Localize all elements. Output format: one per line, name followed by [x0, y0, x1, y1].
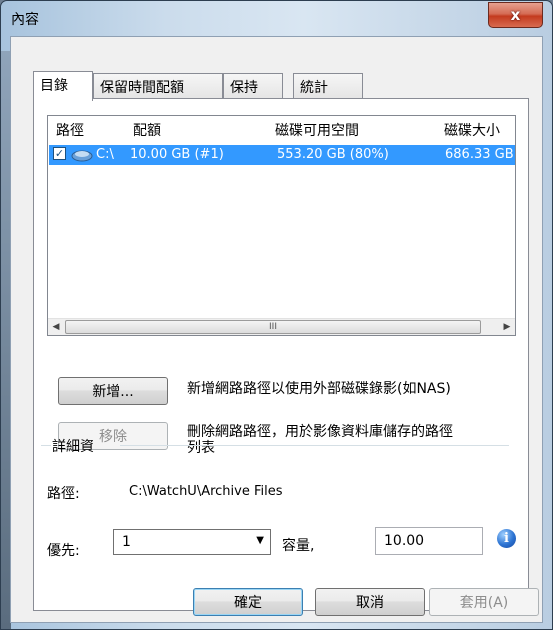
chevron-down-icon: ▼: [256, 535, 264, 546]
capacity-input[interactable]: 10.00: [375, 527, 483, 555]
details-section-title: 詳細資: [52, 439, 94, 455]
info-icon[interactable]: i: [497, 529, 516, 548]
row-checkbox[interactable]: ✓: [53, 147, 66, 160]
capacity-value: 10.00: [384, 533, 425, 549]
column-header-path[interactable]: 路徑: [56, 120, 84, 140]
remove-description-line: 列表: [187, 440, 215, 456]
row-free-space: 553.20 GB (80%): [277, 147, 389, 162]
row-disk-size: 686.33 GB: [445, 147, 514, 162]
path-value: C:\WatchU\Archive Files: [129, 484, 283, 499]
row-quota: 10.00 GB (#1): [130, 147, 224, 162]
list-header: 路徑 配額 磁碟可用空間 磁碟大小: [48, 116, 515, 142]
apply-button[interactable]: 套用(A): [429, 588, 539, 616]
column-header-disk-size[interactable]: 磁碟大小: [444, 120, 500, 140]
horizontal-scrollbar[interactable]: ◀ III ▶: [48, 318, 515, 335]
scrollbar-thumb[interactable]: III: [65, 320, 481, 334]
priority-value: 1: [122, 534, 131, 550]
remove-description: 刪除網路路徑，用於影像資料庫儲存的路徑 列表: [187, 424, 453, 456]
scroll-left-icon[interactable]: ◀: [49, 320, 63, 335]
priority-label: 優先:: [47, 543, 80, 559]
tab-label: 保持: [230, 80, 258, 96]
tab-label: 目錄: [40, 78, 68, 94]
column-header-free-space[interactable]: 磁碟可用空間: [275, 120, 359, 140]
tab-label: 統計: [300, 80, 328, 96]
cancel-button[interactable]: 取消: [315, 588, 425, 616]
priority-select[interactable]: 1 ▼: [113, 529, 271, 555]
row-path: C:\: [96, 147, 114, 162]
tab-retention-quota[interactable]: 保留時間配額: [93, 73, 223, 99]
path-label: 路徑:: [47, 486, 80, 502]
add-button[interactable]: 新增...: [58, 377, 168, 405]
scroll-right-icon[interactable]: ▶: [500, 320, 514, 335]
tab-label: 保留時間配額: [100, 80, 184, 96]
storage-path-list[interactable]: 路徑 配額 磁碟可用空間 磁碟大小 ✓ C:\ 10.00 GB (#1) 55…: [47, 115, 516, 336]
details-divider: [120, 445, 509, 446]
details-divider-left: [41, 445, 51, 446]
tab-statistics[interactable]: 統計: [293, 73, 363, 99]
ok-button[interactable]: 確定: [193, 588, 303, 616]
network-drive-icon: [71, 150, 93, 162]
capacity-label: 容量,: [282, 538, 315, 554]
tab-directory[interactable]: 目錄: [33, 71, 93, 101]
scroll-grip: III: [269, 322, 277, 332]
table-row[interactable]: ✓ C:\ 10.00 GB (#1) 553.20 GB (80%) 686.…: [49, 145, 515, 165]
tab-keep[interactable]: 保持: [223, 73, 283, 99]
close-button[interactable]: x: [488, 2, 543, 28]
close-icon: x: [510, 6, 521, 24]
window-title: 內容: [11, 12, 39, 28]
add-description: 新增網路路徑以使用外部磁碟錄影(如NAS): [187, 381, 451, 397]
column-header-quota[interactable]: 配額: [133, 120, 161, 140]
remove-description-line: 刪除網路路徑，用於影像資料庫儲存的路徑: [187, 424, 453, 440]
